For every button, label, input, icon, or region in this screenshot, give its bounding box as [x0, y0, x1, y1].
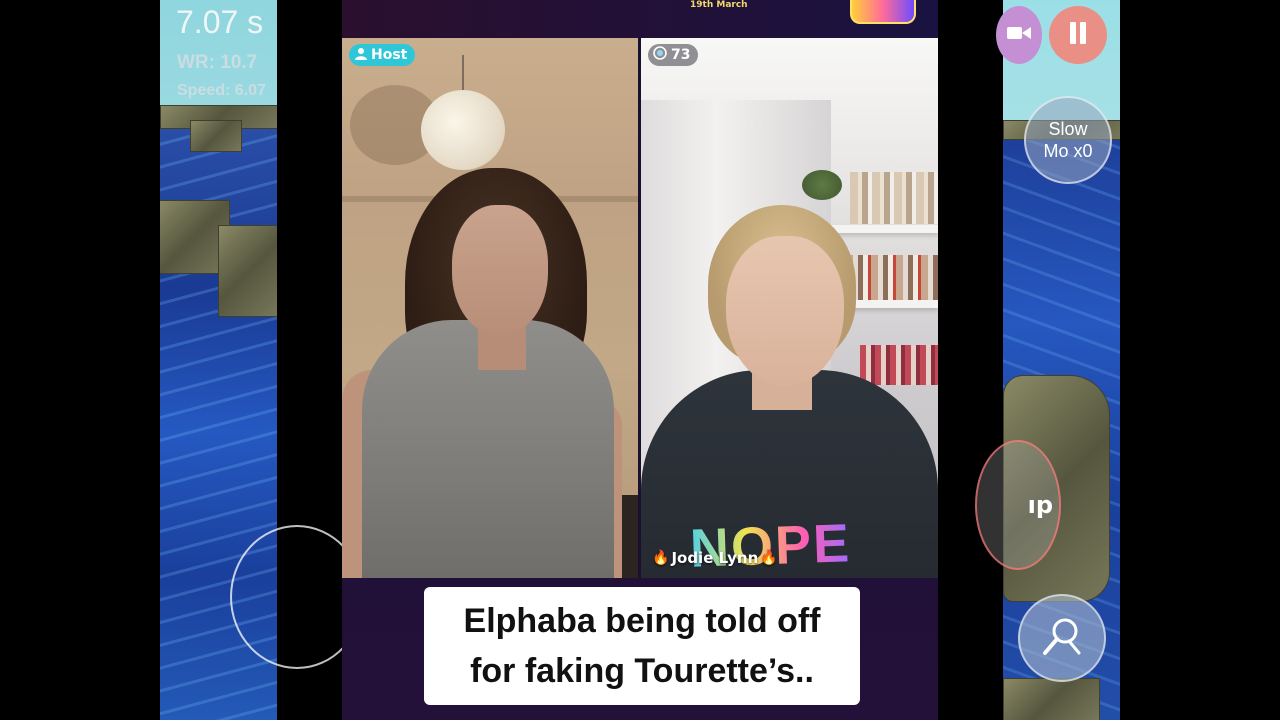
guest-name: Jodie Lynn — [671, 549, 759, 567]
event-date-label: 19th March — [690, 0, 748, 10]
pause-icon — [1068, 22, 1088, 48]
slow-mo-label-line1: Slow — [1048, 119, 1088, 139]
world-record-label: WR: 10.7 — [177, 52, 258, 73]
shelf-bottles — [846, 255, 938, 300]
caption-box: Elphaba being told off for faking Touret… — [424, 587, 860, 705]
rock-platform — [190, 120, 242, 152]
record-button[interactable] — [996, 6, 1042, 64]
host-face — [452, 205, 548, 335]
host-badge-label: Host — [371, 47, 408, 63]
pause-button[interactable] — [1049, 6, 1107, 64]
lamp-cord — [462, 55, 464, 95]
tool-button[interactable] — [1018, 594, 1106, 682]
shelf-bottles — [850, 172, 938, 224]
event-badge-art — [850, 0, 916, 24]
caption-line: for faking Tourette’s.. — [470, 652, 814, 690]
rock-platform — [218, 225, 277, 317]
paper-lamp — [421, 90, 505, 170]
magnifier-tool-icon — [1039, 613, 1085, 663]
host-badge: Host — [349, 44, 416, 66]
run-timer: 7.07 s — [176, 4, 264, 40]
guest-name-tag: 🔥 Jodie Lynn 🔥 — [652, 549, 778, 567]
slow-motion-button[interactable]: Slow Mo x0 — [1024, 96, 1112, 184]
video-camera-icon — [1007, 25, 1031, 45]
shelf-bottles — [860, 345, 938, 385]
flame-icon: 🔥 — [760, 550, 778, 566]
viewer-count-badge[interactable]: 73 — [648, 44, 699, 66]
shirt-print: NOPE — [689, 513, 853, 579]
jump-label: ıp — [1027, 491, 1053, 519]
live-top-bar — [342, 0, 938, 38]
speed-label: Speed: 6.07 — [177, 82, 266, 99]
shelf — [830, 225, 938, 233]
caption-line: Elphaba being told off — [463, 602, 821, 640]
guest-face — [726, 236, 844, 386]
slow-mo-label-line2: Mo x0 — [1043, 141, 1093, 161]
viewer-count: 73 — [671, 47, 691, 63]
viewers-icon — [653, 46, 667, 64]
plant — [802, 170, 842, 200]
jump-button[interactable]: ıp — [975, 440, 1061, 570]
person-icon — [355, 47, 367, 64]
rock-platform — [1003, 678, 1100, 720]
flame-icon: 🔥 — [652, 550, 670, 566]
